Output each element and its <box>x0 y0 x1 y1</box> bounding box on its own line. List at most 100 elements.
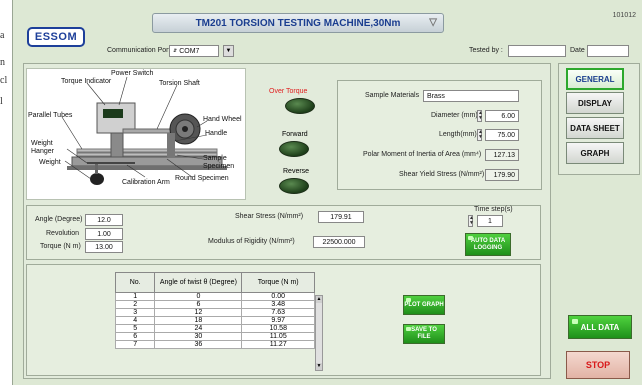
label-sample-specimen: Sample Specimen <box>203 155 235 170</box>
cell: 6 <box>154 300 243 309</box>
all-data-button[interactable]: ALL DATA <box>568 315 632 339</box>
time-step-spin-icon[interactable]: ▲ ▼ <box>468 215 474 227</box>
modulus-value: 22500.000 <box>313 236 365 248</box>
scroll-up-icon[interactable]: ▲ <box>316 296 322 303</box>
front-panel: 101012 ESSOM TM201 TORSION TESTING MACHI… <box>12 0 642 385</box>
table-row[interactable]: 5 24 10.58 <box>114 324 315 333</box>
machine-select[interactable]: TM201 TORSION TESTING MACHINE,30Nm ▽ <box>152 13 444 33</box>
table-header: No. <box>114 272 156 293</box>
length-input[interactable]: 75.00 <box>485 129 519 141</box>
time-step-input[interactable]: 1 <box>477 215 503 227</box>
over-torque-led <box>285 98 315 114</box>
label-handle: Handle <box>205 130 228 137</box>
torque-label: Torque (N m) <box>40 243 81 250</box>
stop-button[interactable]: STOP <box>566 351 630 379</box>
cell: 1 <box>114 292 156 301</box>
nav-display-button[interactable]: DISPLAY <box>566 92 624 114</box>
margin-mark: n <box>0 57 5 68</box>
length-spin-icon[interactable]: ▲ ▼ <box>477 129 483 141</box>
reverse-led <box>279 178 309 194</box>
app-root: a n cl l 101012 ESSOM TM201 TORSION TEST… <box>0 0 642 385</box>
sample-materials-label: Sample Materials <box>365 92 420 99</box>
port-spin-icon: ⇵ <box>173 48 178 54</box>
revolution-value: 1.00 <box>85 228 123 240</box>
cell: 12 <box>154 308 243 317</box>
panel-id: 101012 <box>612 12 636 19</box>
label-hand-wheel: Hand Wheel <box>203 116 242 123</box>
label-torsion-shaft: Torsion Shaft <box>159 80 200 87</box>
tested-by-input[interactable] <box>508 45 566 57</box>
diameter-input[interactable]: 6.00 <box>485 110 519 122</box>
cell: 18 <box>154 316 243 325</box>
save-to-file-button[interactable]: SAVE TO FILE <box>403 324 445 344</box>
cell: 24 <box>154 324 243 333</box>
table-row[interactable]: 3 12 7.63 <box>114 308 315 317</box>
polar-moment-value: 127.13 <box>485 149 519 161</box>
data-table: No. Angle of twist θ (Degree) Torque (N … <box>114 272 315 349</box>
diameter-spin-icon[interactable]: ▲ ▼ <box>477 110 483 122</box>
reverse-label: Reverse <box>283 168 310 175</box>
forward-label: Forward <box>282 131 308 138</box>
cell: 36 <box>154 340 243 349</box>
angle-label: Angle (Degree) <box>35 216 83 223</box>
table-row[interactable]: 2 6 3.48 <box>114 300 315 309</box>
nav-data-sheet-button[interactable]: DATA SHEET <box>566 117 624 139</box>
cell: 6 <box>114 332 156 341</box>
shear-stress-value: 179.91 <box>318 211 364 223</box>
table-row[interactable]: 7 36 11.27 <box>114 340 315 349</box>
date-input[interactable] <box>587 45 629 57</box>
label-round-specimen: Round Specimen <box>175 175 229 182</box>
cell: 10.58 <box>241 324 315 333</box>
cell: 5 <box>114 324 156 333</box>
angle-value: 12.0 <box>85 214 123 226</box>
label-weight-hanger: Weight Hanger <box>31 140 54 155</box>
title-text: TM201 TORSION TESTING MACHINE,30Nm <box>195 17 401 29</box>
auto-data-logging-button[interactable]: AUTO DATA LOGGING <box>465 233 511 256</box>
shear-yield-label: Shear Yield Stress (N/mm²) <box>399 171 485 178</box>
cell: 7 <box>114 340 156 349</box>
modulus-label: Modulus of Rigidity (N/mm²) <box>208 238 295 245</box>
diameter-label: Diameter (mm) <box>431 112 478 119</box>
table-row[interactable]: 1 0 0.00 <box>114 292 315 301</box>
table-row[interactable]: 4 18 9.97 <box>114 316 315 325</box>
table-header: Angle of twist θ (Degree) <box>154 272 243 293</box>
table-row[interactable]: 6 30 11.05 <box>114 332 315 341</box>
nav-general-button[interactable]: GENERAL <box>566 68 624 90</box>
tested-by-label: Tested by : <box>469 47 503 54</box>
cell: 3 <box>114 308 156 317</box>
nav-graph-button[interactable]: GRAPH <box>566 142 624 164</box>
margin-mark: cl <box>0 75 8 86</box>
label-torque-indicator: Torque Indicator <box>61 78 112 85</box>
margin-mark: a <box>0 30 5 41</box>
shear-stress-label: Shear Stress (N/mm²) <box>235 213 304 220</box>
machine-diagram: Power Switch Torque Indicator Torsion Sh… <box>26 68 246 200</box>
essom-logo: ESSOM <box>27 27 85 47</box>
label-power-switch: Power Switch <box>111 70 154 77</box>
cell: 11.05 <box>241 332 315 341</box>
led-icon <box>572 319 578 324</box>
label-parallel-tubes: Parallel Tubes <box>28 112 73 119</box>
revolution-label: Revolution <box>46 230 80 237</box>
port-dropdown-icon[interactable]: ▼ <box>223 45 234 57</box>
scroll-down-icon[interactable]: ▼ <box>316 363 322 370</box>
comm-port-select[interactable]: ⇵ COM7 <box>169 45 219 57</box>
label-calibration-arm: Calibration Arm <box>122 179 170 186</box>
led-icon <box>468 236 473 240</box>
led-icon <box>406 298 411 302</box>
led-icon <box>406 327 411 331</box>
table-header: Torque (N m) <box>241 272 315 293</box>
date-label: Date <box>570 47 585 54</box>
comm-port-value: COM7 <box>179 47 200 55</box>
table-scrollbar[interactable]: ▲ ▼ <box>315 295 323 371</box>
plot-graph-button[interactable]: PLOT GRAPH <box>403 295 445 315</box>
cell: 11.27 <box>241 340 315 349</box>
torque-value: 13.00 <box>85 241 123 253</box>
shear-yield-value: 179.90 <box>485 169 519 181</box>
cell: 9.97 <box>241 316 315 325</box>
all-data-label: ALL DATA <box>580 322 620 332</box>
sample-materials-input[interactable]: Brass <box>423 90 519 102</box>
margin-mark: l <box>0 96 3 107</box>
auto-logging-label: AUTO DATA LOGGING <box>470 237 506 251</box>
forward-led <box>279 141 309 157</box>
cell: 2 <box>114 300 156 309</box>
